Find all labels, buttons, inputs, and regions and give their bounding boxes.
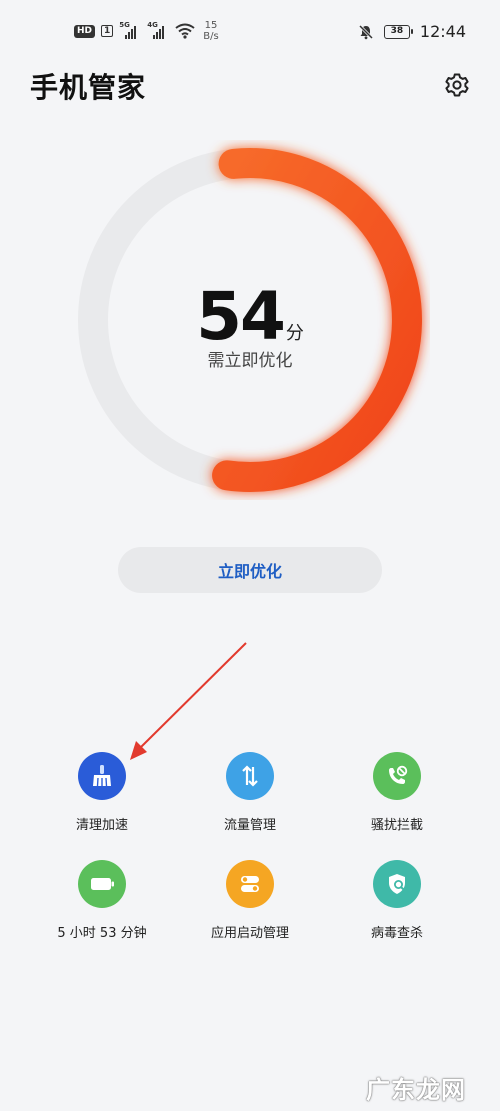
tool-icon-circle <box>226 752 274 800</box>
score-status: 需立即优化 <box>207 351 293 371</box>
tool-virus-scan[interactable]: 病毒查杀 <box>332 860 462 941</box>
network-speed: 15 B/s <box>203 20 218 42</box>
speed-unit: B/s <box>203 31 219 42</box>
tool-label: 应用启动管理 <box>210 926 289 941</box>
battery-icon <box>91 878 114 890</box>
tool-battery[interactable]: 5 小时 53 分钟 <box>37 860 167 941</box>
data-transfer-icon <box>242 765 258 787</box>
battery-icon: 38 <box>383 24 413 39</box>
tool-icon-circle <box>78 752 126 800</box>
hd-icon: HD <box>74 24 96 38</box>
tool-icon-circle <box>226 860 274 908</box>
virus-scan-icon <box>389 874 405 894</box>
score-display: 54 分 <box>0 278 500 355</box>
tool-harassment-block[interactable]: 骚扰拦截 <box>332 752 462 833</box>
signal-icon: 4G <box>147 21 169 39</box>
tool-icon-circle <box>78 860 126 908</box>
page-title: 手机管家 <box>30 71 147 104</box>
tool-app-launch[interactable]: 应用启动管理 <box>185 860 315 941</box>
status-bar: HD 1 5G 4G 15 B/s 38 12:44 <box>0 0 500 62</box>
clock: 12:44 <box>419 22 466 41</box>
tool-data-management[interactable]: 流量管理 <box>185 752 315 833</box>
tool-icon-circle <box>373 860 421 908</box>
tool-icon-circle <box>373 752 421 800</box>
sim-slot: 1 <box>101 25 114 37</box>
optimize-button[interactable]: 立即优化 <box>118 547 382 593</box>
blocked-call-icon <box>389 765 408 784</box>
tool-clean-boost[interactable]: 清理加速 <box>37 752 167 833</box>
watermark: 广东龙网 <box>366 1076 466 1104</box>
wifi-icon <box>175 23 195 39</box>
tool-label: 流量管理 <box>223 818 276 833</box>
tool-label: 病毒查杀 <box>370 926 423 941</box>
gear-icon[interactable] <box>444 72 470 98</box>
speed-value: 15 <box>204 20 218 31</box>
tool-label: 清理加速 <box>75 818 128 833</box>
broom-icon <box>93 765 111 787</box>
tool-label: 5 小时 53 分钟 <box>57 926 147 941</box>
mute-bell-icon <box>358 24 373 39</box>
score-unit: 分 <box>285 323 304 344</box>
score-value: 54 <box>196 278 286 355</box>
app-launch-icon <box>241 876 259 892</box>
signal-icon: 5G <box>119 21 141 39</box>
tool-label: 骚扰拦截 <box>370 818 423 833</box>
